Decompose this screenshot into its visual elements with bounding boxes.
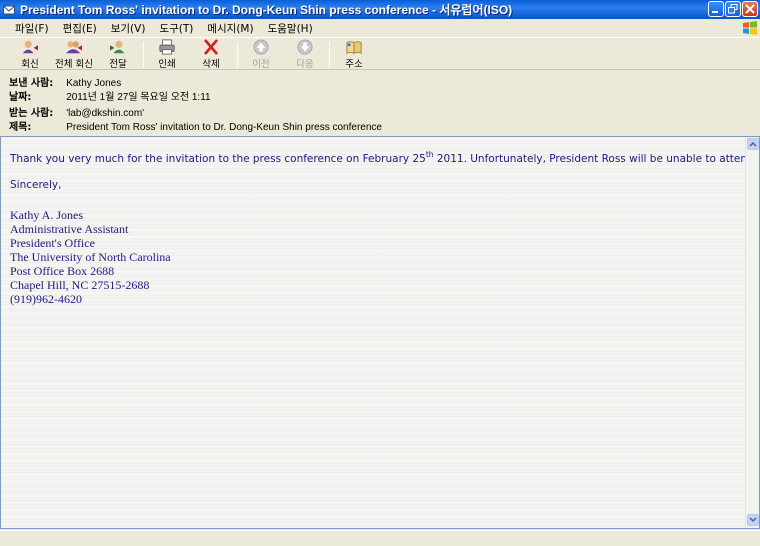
address-book-icon <box>346 41 362 54</box>
signature-line: (919)962-4620 <box>10 292 82 306</box>
address-book-button[interactable]: 주소 <box>332 39 376 70</box>
delete-x-icon <box>204 39 218 55</box>
body-paragraph: Thank you very much for the invitation t… <box>10 150 758 165</box>
next-button[interactable]: 다음 <box>283 39 327 70</box>
status-bar <box>0 530 760 546</box>
close-icon <box>745 4 755 14</box>
reply-icon <box>22 40 38 54</box>
down-arrow-icon <box>297 39 313 55</box>
to-row: 받는 사람: 'lab@dkshin.com' <box>9 104 144 119</box>
signature-line: President's Office <box>10 236 95 250</box>
signature-line: Chapel Hill, NC 27515-2688 <box>10 278 150 292</box>
title-bar: President Tom Ross' invitation to Dr. Do… <box>0 0 760 19</box>
message-body[interactable]: Thank you very much for the invitation t… <box>0 136 760 529</box>
menu-edit[interactable]: 편집(E) <box>56 21 104 36</box>
reply-button[interactable]: 회신 <box>8 39 52 70</box>
from-row: 보낸 사람: Kathy Jones <box>9 74 121 89</box>
date-label: 날짜: <box>9 92 32 103</box>
reply-all-button[interactable]: 전체 회신 <box>51 39 97 70</box>
window-title: President Tom Ross' invitation to Dr. Do… <box>20 3 513 17</box>
delete-button[interactable]: 삭제 <box>189 39 233 70</box>
message-header: 보낸 사람: Kathy Jones 날짜: 2011년 1월 27일 목요일 … <box>0 71 760 135</box>
signature-line: Kathy A. Jones <box>10 208 83 222</box>
subject-value: President Tom Ross' invitation to Dr. Do… <box>66 122 382 133</box>
signature-line: The University of North Carolina <box>10 250 171 264</box>
signature-line: Administrative Assistant <box>10 222 129 236</box>
menu-bar: 파일(F) 편집(E) 보기(V) 도구(T) 메시지(M) 도움말(H) <box>0 19 760 37</box>
signature-line: Post Office Box 2688 <box>10 264 115 278</box>
chevron-down-icon <box>749 517 757 523</box>
menu-tools[interactable]: 도구(T) <box>152 21 200 36</box>
menu-file[interactable]: 파일(F) <box>8 21 56 36</box>
windows-logo-icon <box>743 21 757 35</box>
minimize-icon <box>712 11 718 13</box>
closing-text: Sincerely, <box>10 179 62 191</box>
from-label: 보낸 사람: <box>9 78 54 89</box>
chevron-up-icon <box>749 141 757 147</box>
date-row: 날짜: 2011년 1월 27일 목요일 오전 1:11 <box>9 88 211 103</box>
signature-block: Kathy A. Jones Administrative Assistant … <box>10 208 740 306</box>
scroll-up-button[interactable] <box>747 138 759 150</box>
up-arrow-icon <box>253 39 269 55</box>
previous-button[interactable]: 이전 <box>239 39 283 70</box>
to-label: 받는 사람: <box>9 108 54 119</box>
forward-button[interactable]: 전달 <box>96 39 140 70</box>
forward-icon <box>110 40 125 54</box>
minimize-button[interactable] <box>708 1 724 17</box>
close-button[interactable] <box>742 1 758 17</box>
printer-icon <box>159 39 175 55</box>
menu-view[interactable]: 보기(V) <box>104 21 153 36</box>
print-button[interactable]: 인쇄 <box>145 39 189 70</box>
maximize-button[interactable] <box>725 1 741 17</box>
restore-icon <box>728 4 738 14</box>
subject-label: 제목: <box>9 122 32 133</box>
mail-envelope-icon <box>3 5 15 14</box>
vertical-scrollbar[interactable] <box>745 137 759 528</box>
message-text: Thank you very much for the invitation t… <box>10 150 758 306</box>
subject-row: 제목: President Tom Ross' invitation to Dr… <box>9 118 382 133</box>
scroll-down-button[interactable] <box>747 514 759 526</box>
toolbar: 회신 전체 회신 전달 인쇄 삭제 이전 다음 주소 <box>0 37 760 70</box>
reply-all-icon <box>66 41 82 54</box>
menu-message[interactable]: 메시지(M) <box>200 21 260 36</box>
date-value: 2011년 1월 27일 목요일 오전 1:11 <box>66 92 211 103</box>
menu-help[interactable]: 도움말(H) <box>261 21 320 36</box>
